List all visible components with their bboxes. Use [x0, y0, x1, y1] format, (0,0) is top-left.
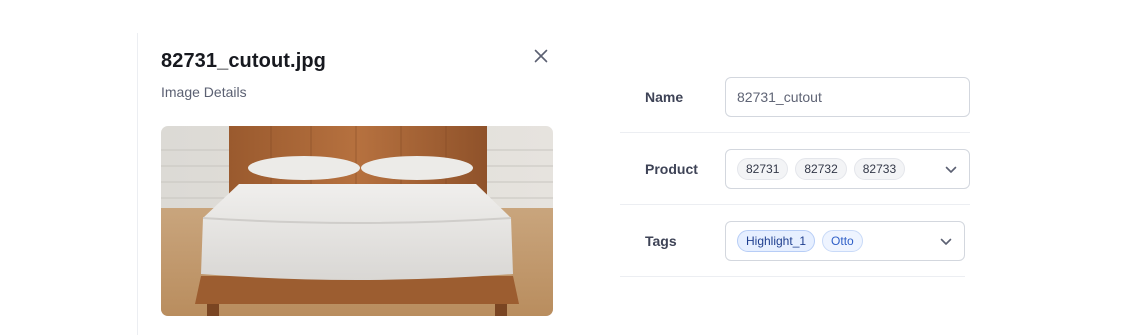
- chevron-down-icon: [940, 238, 952, 245]
- file-subtitle: Image Details: [161, 84, 247, 100]
- tags-label: Tags: [645, 233, 677, 249]
- product-chip[interactable]: 82733: [853, 158, 906, 180]
- chevron-down-icon: [945, 166, 957, 173]
- product-select[interactable]: 82731 82732 82733: [725, 149, 970, 189]
- bed-photo: [161, 126, 553, 316]
- product-chip[interactable]: 82732: [795, 158, 847, 180]
- name-label: Name: [645, 89, 684, 105]
- image-details-panel: 82731_cutout.jpg Image Details Name 8273…: [0, 0, 1123, 335]
- close-icon: [534, 49, 548, 63]
- tags-select[interactable]: Highlight_1 Otto: [725, 221, 965, 261]
- tag-chips: Highlight_1 Otto: [737, 230, 863, 252]
- panel-divider: [137, 33, 138, 335]
- product-row: Product 82731 82732 82733: [620, 133, 970, 205]
- tag-chip[interactable]: Highlight_1: [737, 230, 816, 252]
- tags-row: Tags Highlight_1 Otto: [620, 205, 965, 277]
- close-button[interactable]: [530, 45, 552, 67]
- name-row: Name 82731_cutout: [620, 61, 970, 133]
- product-chips: 82731 82732 82733: [737, 158, 906, 180]
- name-input-value: 82731_cutout: [737, 89, 822, 105]
- name-input[interactable]: 82731_cutout: [725, 77, 970, 117]
- tags-dropdown-button[interactable]: [938, 234, 954, 250]
- tag-chip[interactable]: Otto: [822, 230, 863, 252]
- file-title: 82731_cutout.jpg: [161, 50, 326, 72]
- image-preview[interactable]: [161, 126, 553, 316]
- product-label: Product: [645, 161, 698, 177]
- product-dropdown-button[interactable]: [943, 162, 959, 178]
- product-chip[interactable]: 82731: [737, 158, 789, 180]
